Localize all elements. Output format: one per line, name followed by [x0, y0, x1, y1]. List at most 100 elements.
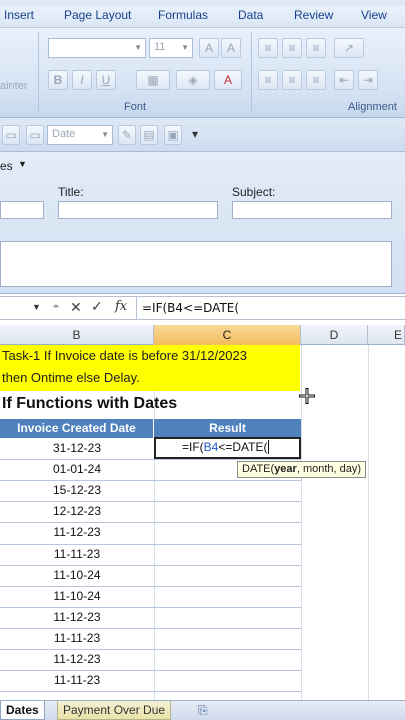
result-cell[interactable] [154, 649, 301, 670]
row-border [0, 691, 301, 693]
invoice-date-cell[interactable]: 11-12-23 [0, 607, 154, 628]
font-size-value: 11 [154, 41, 166, 53]
tab-review[interactable]: Review [294, 8, 333, 22]
result-cell[interactable] [154, 670, 301, 691]
result-cell[interactable] [154, 480, 301, 501]
column-header-c[interactable]: C [154, 325, 301, 345]
orientation-button[interactable]: ↗ [334, 38, 364, 58]
invoice-date-cell[interactable]: 11-12-23 [0, 522, 154, 543]
comments-field[interactable] [0, 241, 392, 287]
gridline [368, 345, 369, 700]
result-cell[interactable] [154, 586, 301, 607]
toolbar-icon[interactable]: ▭ [26, 125, 44, 145]
customize-toolbar-icon[interactable]: ▾ [188, 125, 202, 145]
align-top-button[interactable]: ≡ [258, 38, 278, 58]
task-highlight-cell[interactable]: Task-1 If Invoice date is before 31/12/2… [0, 345, 300, 391]
active-cell-c4[interactable]: =IF(B4<=DATE( [154, 437, 301, 459]
insert-function-button[interactable]: fx [115, 299, 127, 314]
align-bottom-button[interactable]: ≡ [306, 38, 326, 58]
chevron-down-icon: ▼ [101, 130, 109, 139]
formula-bar-divider [136, 297, 137, 319]
result-cell[interactable] [154, 607, 301, 628]
active-cell-formula: =IF(B4<=DATE( [182, 440, 270, 454]
font-group-label: Font [124, 101, 147, 113]
alignment-group-label: Alignment [348, 101, 397, 113]
worksheet-grid[interactable]: Task-1 If Invoice date is before 31/12/2… [0, 345, 405, 700]
tab-view[interactable]: View [361, 8, 387, 22]
text-caret [268, 440, 270, 454]
invoice-date-cell[interactable]: 11-11-23 [0, 628, 154, 649]
sheet-tab-bar: Dates Payment Over Due ⎘ [0, 700, 405, 720]
format-painter-label[interactable]: ainter [0, 80, 28, 92]
invoice-date-cell[interactable]: 15-12-23 [0, 480, 154, 501]
invoice-date-cell[interactable]: 11-11-23 [0, 670, 154, 691]
column-header-b[interactable]: B [0, 325, 154, 345]
insert-sheet-icon[interactable]: ⎘ [193, 701, 215, 720]
toolbar-icon[interactable]: ▤ [140, 125, 158, 145]
result-cell[interactable] [154, 544, 301, 565]
italic-button[interactable]: I [72, 70, 92, 90]
tab-insert[interactable]: Insert [4, 8, 34, 22]
cancel-icon[interactable]: ✕ [70, 299, 82, 316]
toolbar-icon[interactable]: ▣ [164, 125, 182, 145]
invoice-date-cell[interactable]: 11-10-24 [0, 565, 154, 586]
align-right-button[interactable]: ≡ [306, 70, 326, 90]
author-field[interactable] [0, 201, 44, 219]
sheet-tab-dates[interactable]: Dates [0, 701, 45, 720]
tab-formulas[interactable]: Formulas [158, 8, 208, 22]
formula-input[interactable]: =IF(B4<=DATE( [142, 301, 239, 315]
tooltip-current-argument: year [274, 463, 297, 475]
enter-check-icon[interactable]: ✓ [91, 298, 103, 315]
invoice-date-cell[interactable]: 11-12-23 [0, 649, 154, 670]
tab-page-layout[interactable]: Page Layout [64, 8, 131, 22]
formula-prefix: =IF( [182, 440, 204, 454]
document-properties-panel: es ▼ Title: Subject: [0, 152, 405, 294]
header-invoice-created-date[interactable]: Invoice Created Date [0, 419, 154, 438]
font-size-combo[interactable]: 11 ▼ [149, 38, 193, 58]
toolbar-icon[interactable]: ✎ [118, 125, 136, 145]
invoice-date-cell[interactable]: 01-01-24 [0, 459, 154, 480]
number-format-combo[interactable]: Date ▼ [47, 125, 113, 145]
invoice-date-cell[interactable]: 11-10-24 [0, 586, 154, 607]
task-text-line-2: then Ontime else Delay. [2, 370, 140, 385]
formula-controls-icon: ◓ [52, 299, 60, 314]
result-cell[interactable] [154, 565, 301, 586]
number-format-value: Date [52, 128, 76, 140]
shrink-font-button[interactable]: A [221, 38, 241, 58]
align-left-button[interactable]: ≡ [258, 70, 278, 90]
fill-color-button[interactable]: ◈ [176, 70, 210, 90]
sheet-tab-payment-over-due[interactable]: Payment Over Due [57, 701, 172, 720]
subject-field-label: Subject: [232, 185, 276, 199]
tab-data[interactable]: Data [238, 8, 263, 22]
move-cursor-icon [299, 388, 315, 404]
column-header-e[interactable]: E [368, 325, 405, 345]
font-name-combo[interactable]: ▼ [48, 38, 146, 58]
column-header-d[interactable]: D [301, 325, 368, 345]
borders-button[interactable]: ▦ [136, 70, 170, 90]
title-field[interactable] [58, 201, 218, 219]
toolbar-icon[interactable]: ▭ [2, 125, 20, 145]
function-argument-tooltip[interactable]: DATE(year, month, day) [237, 461, 367, 478]
grow-font-button[interactable]: A [199, 38, 219, 58]
font-color-button[interactable]: A [214, 70, 242, 90]
increase-indent-button[interactable]: ⇥ [358, 70, 378, 90]
formula-bar: ▼ ◓ ✕ ✓ fx =IF(B4<=DATE( [0, 296, 405, 320]
align-center-button[interactable]: ≡ [282, 70, 302, 90]
bold-button[interactable]: B [48, 70, 68, 90]
underline-button[interactable]: U [96, 70, 116, 90]
tooltip-remaining-arguments: , month, day) [296, 463, 362, 475]
result-cell[interactable] [154, 522, 301, 543]
subject-field[interactable] [232, 201, 392, 219]
invoice-date-cell[interactable]: 11-11-23 [0, 544, 154, 565]
result-cell[interactable] [154, 628, 301, 649]
properties-label[interactable]: es [0, 159, 13, 173]
decrease-indent-button[interactable]: ⇤ [334, 70, 354, 90]
chevron-down-icon[interactable]: ▼ [18, 159, 27, 169]
result-cell[interactable] [154, 501, 301, 522]
header-result[interactable]: Result [154, 419, 301, 438]
chevron-down-icon: ▼ [134, 43, 142, 52]
invoice-date-cell[interactable]: 12-12-23 [0, 501, 154, 522]
name-box-dropdown-icon[interactable]: ▼ [32, 302, 41, 312]
align-middle-button[interactable]: ≡ [282, 38, 302, 58]
invoice-date-cell[interactable]: 31-12-23 [0, 438, 154, 459]
